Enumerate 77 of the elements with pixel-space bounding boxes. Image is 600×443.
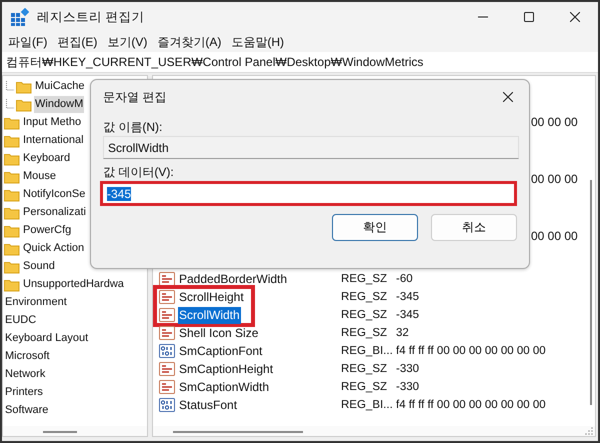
string-value-icon	[159, 308, 175, 322]
value-type: REG_SZ	[341, 309, 388, 321]
value-data: 00 00 00	[531, 115, 579, 130]
value-name[interactable]: Shell Icon Size	[178, 324, 260, 342]
dialog-title: 문자열 편집	[103, 88, 166, 106]
scrollbar-thumb[interactable]	[173, 431, 303, 433]
tree-item[interactable]: Microsoft	[4, 348, 51, 364]
tree-item[interactable]: EUDC	[4, 312, 38, 328]
resize-grip-icon	[585, 426, 593, 435]
value-name[interactable]: SmCaptionHeight	[178, 360, 274, 378]
value-type: REG_BI...	[341, 399, 394, 411]
value-name[interactable]: ScrollWidth	[178, 306, 241, 324]
value-type: REG_SZ	[341, 291, 388, 303]
value-type: REG_SZ	[341, 273, 388, 285]
binary-value-icon	[159, 344, 175, 358]
tree-item[interactable]: Keyboard	[22, 150, 72, 166]
field-label: 값 데이터(V):	[103, 164, 175, 181]
value-data: 00 00 00	[531, 172, 579, 186]
scrollbar-thumb[interactable]	[43, 431, 77, 433]
field-label: 값 이름(N):	[103, 119, 164, 136]
string-value-icon	[159, 380, 175, 394]
tree-line-icon	[6, 99, 14, 109]
value-data: -330	[396, 363, 420, 375]
menu-item[interactable]: 즐겨찾기(A)	[157, 34, 222, 50]
value-name[interactable]: PaddedBorderWidth	[178, 270, 288, 288]
tree-item[interactable]: Network	[4, 366, 46, 382]
menu-item[interactable]: 보기(V)	[107, 34, 148, 50]
string-value-icon	[159, 272, 175, 286]
window-title: 레지스트리 편집기	[37, 8, 144, 26]
tree-item[interactable]: UnsupportedHardwa	[22, 276, 125, 292]
value-data: -330	[396, 381, 420, 393]
value-data: f4 ff ff ff 00 00 00 00 00 00 00	[396, 345, 546, 357]
tree-item[interactable]: Software	[4, 402, 50, 418]
value-name[interactable]: SmCaptionFont	[178, 342, 264, 360]
string-value-icon	[159, 326, 175, 340]
menu-item[interactable]: 편집(E)	[57, 34, 98, 50]
value-data: 32	[396, 327, 409, 339]
value-name[interactable]: StatusFont	[178, 396, 238, 414]
tree-item[interactable]: Mouse	[22, 168, 58, 184]
value-type: REG_SZ	[341, 381, 388, 393]
binary-value-icon	[159, 398, 175, 412]
tree-item[interactable]: Input Metho	[22, 114, 82, 130]
string-value-icon	[159, 362, 175, 376]
tree-item[interactable]: Quick Action	[22, 240, 86, 256]
tree-item[interactable]: Environment	[4, 294, 68, 310]
value-type: REG_SZ	[341, 327, 388, 339]
menu-item[interactable]: 도움말(H)	[231, 34, 284, 50]
value-type: REG_BI...	[341, 345, 394, 357]
value-data: -345	[396, 309, 420, 321]
value-data: 00 00 00	[531, 228, 579, 243]
value-data: f4 ff ff ff 00 00 00 00 00 00 00	[396, 399, 546, 411]
data-field[interactable]: -345	[100, 181, 517, 206]
tree-item[interactable]: MuiCache	[34, 78, 86, 94]
maximize-icon	[524, 12, 534, 22]
tree-item[interactable]: PowerCfg	[22, 222, 72, 238]
tree-item[interactable]: WindowM	[34, 96, 84, 112]
string-value-icon	[159, 290, 175, 304]
tree-item[interactable]: Keyboard Layout	[4, 330, 90, 346]
ok-button[interactable]: 확인	[332, 214, 418, 241]
value-data: -345	[396, 291, 420, 303]
registry-app-icon	[10, 8, 29, 26]
tree-line-icon	[6, 81, 14, 91]
menu-item[interactable]: 파일(F)	[8, 34, 48, 50]
tree-item[interactable]: International	[22, 132, 85, 148]
value-data: -60	[396, 273, 413, 285]
name-field[interactable]: ScrollWidth	[103, 136, 519, 159]
tree-item[interactable]: Personalizati	[22, 204, 87, 220]
value-name[interactable]: SmCaptionWidth	[178, 378, 270, 396]
tree-item[interactable]: Sound	[22, 258, 56, 274]
tree-item[interactable]: Printers	[4, 384, 44, 400]
close-icon	[503, 92, 513, 102]
scrollbar-thumb[interactable]	[590, 180, 592, 405]
close-icon	[570, 12, 580, 22]
tree-item[interactable]: NotifyIconSe	[22, 186, 86, 202]
value-name[interactable]: ScrollHeight	[178, 288, 245, 306]
value-type: REG_SZ	[341, 363, 388, 375]
cancel-button[interactable]: 취소	[431, 214, 517, 241]
